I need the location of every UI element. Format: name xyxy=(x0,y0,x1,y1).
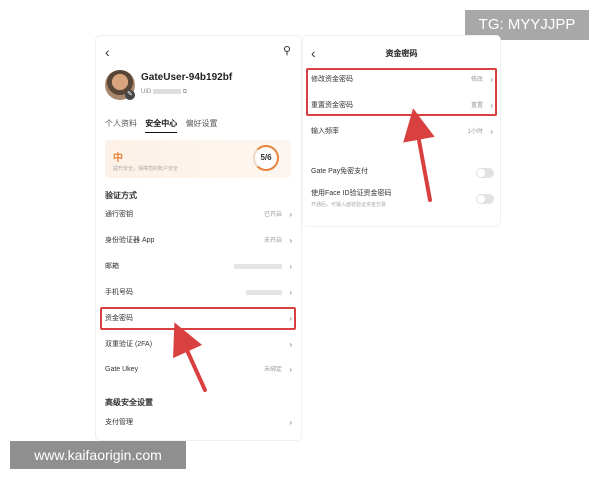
arrow-to-fund-password xyxy=(173,322,207,392)
arrow-to-modify-reset xyxy=(403,108,435,202)
annotation-arrows xyxy=(173,108,435,392)
